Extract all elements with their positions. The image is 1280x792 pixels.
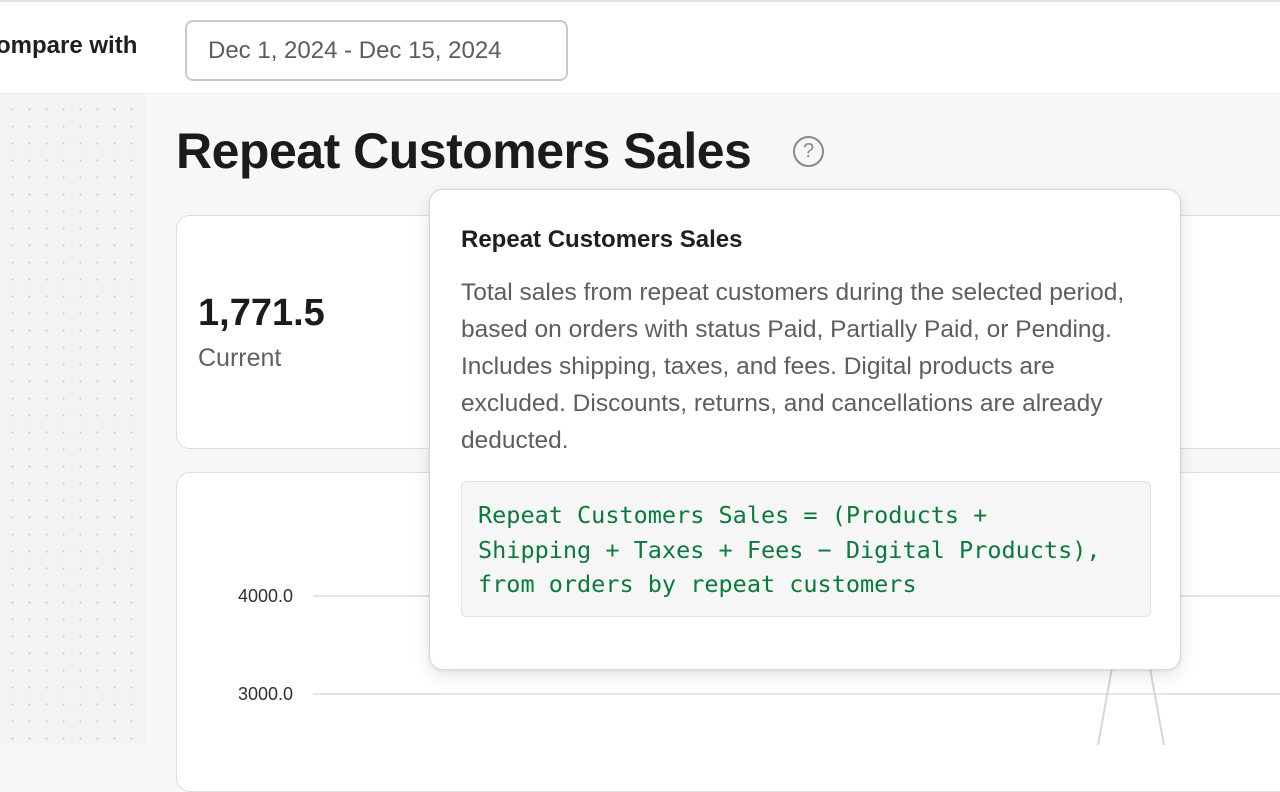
metric-tooltip: Repeat Customers Sales Total sales from … <box>429 189 1181 670</box>
y-tick-4000: 4000.0 <box>238 586 293 606</box>
series-line <box>1097 667 1165 745</box>
tooltip-description: Total sales from repeat customers during… <box>461 279 1125 454</box>
y-tick-3000: 3000.0 <box>238 684 293 704</box>
tooltip-formula: Repeat Customers Sales = (Products + Shi… <box>461 481 1151 617</box>
tooltip-title: Repeat Customers Sales <box>461 226 743 253</box>
